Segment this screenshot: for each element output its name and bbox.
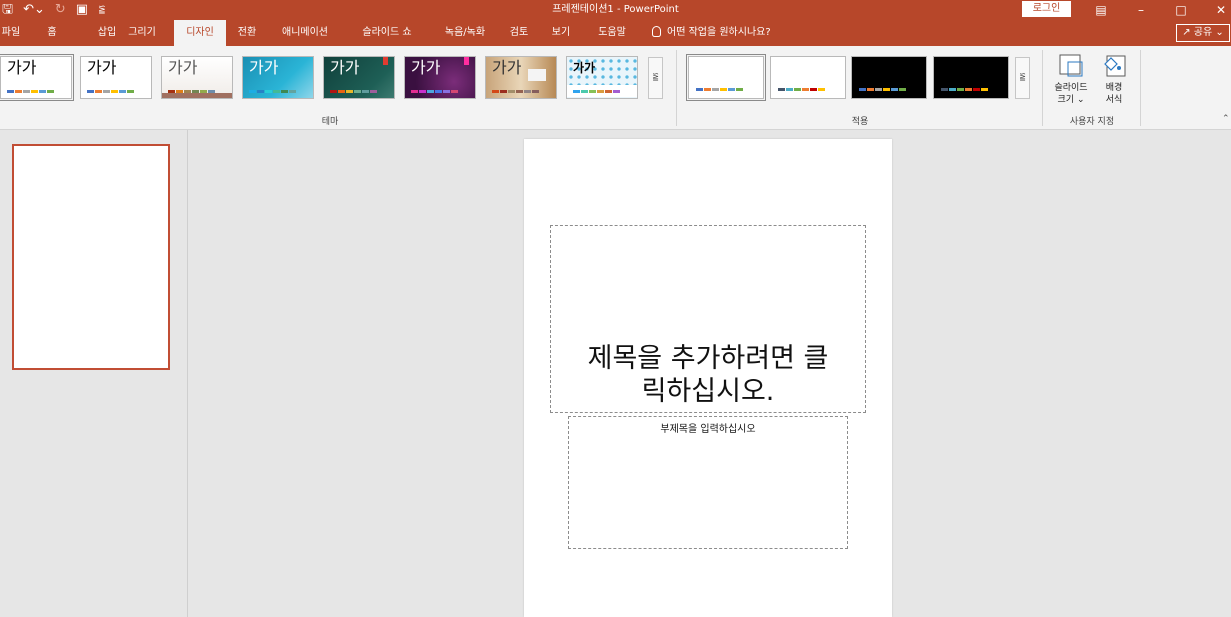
theme-preview-text: 가가 — [492, 58, 522, 77]
theme-preview-text: 가가 — [411, 58, 441, 77]
format-background-button[interactable]: 배경 서식 — [1096, 52, 1132, 106]
variant-2[interactable] — [770, 56, 846, 99]
tab-record[interactable]: 녹음/녹화 — [434, 20, 496, 46]
theme-preview-text: 가가 — [168, 58, 198, 77]
theme-facet[interactable]: 가가 — [161, 56, 233, 99]
theme-preview-text: 가가 — [573, 61, 596, 75]
quick-access-toolbar: 🖫 ↶⌄ ↻ ▣ ⪠ — [2, 0, 116, 20]
slide-canvas[interactable]: 제목을 추가하려면 클 릭하십시오. 부제목을 입력하십시오 — [524, 139, 892, 617]
theme-preview-text: 가가 — [330, 58, 360, 77]
tab-view[interactable]: 보기 — [546, 20, 576, 46]
share-button[interactable]: ↗ 공유 ⌄ — [1176, 24, 1230, 42]
title-placeholder-text: 제목을 추가하려면 클 릭하십시오. — [551, 342, 865, 408]
minimize-icon[interactable]: – — [1130, 0, 1152, 20]
close-icon[interactable]: ✕ — [1210, 0, 1231, 20]
theme-organic[interactable]: 가가 — [404, 56, 476, 99]
title-line-2: 릭하십시오. — [641, 376, 775, 407]
tab-animations[interactable]: 애니메이션 — [268, 20, 342, 46]
maximize-icon[interactable]: □ — [1170, 0, 1192, 20]
theme-dividend[interactable]: 가가 — [566, 56, 638, 99]
tab-draw[interactable]: 그리기 — [124, 20, 160, 46]
undo-icon[interactable]: ↶⌄ — [23, 0, 45, 20]
lightbulb-icon — [652, 26, 661, 37]
themes-group-label: 테마 — [321, 117, 339, 127]
tell-me-search[interactable]: 어떤 작업을 원하시나요? — [652, 20, 771, 46]
title-line-1: 제목을 추가하려면 클 — [587, 343, 829, 374]
ribbon: 가가 가가 가가 가가 가가 가가 가가 가가 ⪠ 테마 ⪠ 적용 슬라이드 크… — [0, 46, 1231, 130]
format-background-icon — [1101, 52, 1127, 78]
tab-help[interactable]: 도움말 — [590, 20, 634, 46]
tab-home[interactable]: 홈 — [40, 20, 64, 46]
theme-office-2[interactable]: 가가 — [80, 56, 152, 99]
tell-me-text: 어떤 작업을 원하시나요? — [667, 27, 771, 38]
variant-1[interactable] — [686, 54, 766, 101]
theme-office[interactable]: 가가 — [0, 54, 74, 101]
tab-insert[interactable]: 삽입 — [90, 20, 124, 46]
theme-ion[interactable]: 가가 — [242, 56, 314, 99]
variant-3[interactable] — [851, 56, 927, 99]
slide-size-label-2: 크기 — [1057, 95, 1075, 105]
slide-size-label-1: 슬라이드 — [1054, 83, 1088, 93]
login-button[interactable]: 로그인 — [1022, 1, 1071, 17]
tab-file[interactable]: 파일 — [0, 20, 22, 46]
redo-icon[interactable]: ↻ — [55, 0, 66, 20]
theme-preview-text: 가가 — [7, 58, 37, 77]
present-icon[interactable]: ▣ — [76, 0, 88, 20]
collapse-ribbon-icon[interactable]: ⌃ — [1222, 114, 1230, 124]
theme-preview-text: 가가 — [249, 58, 279, 77]
tab-design[interactable]: 디자인 — [174, 20, 226, 46]
title-bar: 🖫 ↶⌄ ↻ ▣ ⪠ 프레젠테이션1 - PowerPoint 로그인 ▤ – … — [0, 0, 1231, 20]
title-placeholder[interactable]: 제목을 추가하려면 클 릭하십시오. — [550, 225, 866, 413]
share-icon: ↗ — [1182, 27, 1191, 38]
variants-more-button[interactable]: ⪠ — [1015, 57, 1030, 99]
variant-4[interactable] — [933, 56, 1009, 99]
share-label: 공유 — [1193, 27, 1213, 38]
tab-slide-show[interactable]: 슬라이드 쇼 — [352, 20, 422, 46]
theme-wood-type[interactable]: 가가 — [485, 56, 557, 99]
slide-editor: 제목을 추가하려면 클 릭하십시오. 부제목을 입력하십시오 — [189, 130, 1231, 617]
slide-thumbnail-pane — [0, 130, 188, 617]
theme-ion-boardroom[interactable]: 가가 — [323, 56, 395, 99]
subtitle-placeholder[interactable]: 부제목을 입력하십시오 — [568, 416, 848, 549]
slide-size-button[interactable]: 슬라이드 크기 ⌄ — [1048, 52, 1094, 106]
chevron-down-icon: ⌄ — [1215, 27, 1224, 38]
customize-qat-icon[interactable]: ⪠ — [98, 0, 106, 20]
save-icon[interactable]: 🖫 — [2, 0, 13, 20]
slide-thumbnail[interactable] — [12, 144, 170, 370]
variants-group-label: 적용 — [851, 117, 869, 127]
customize-group-label: 사용자 지정 — [1069, 117, 1115, 127]
subtitle-placeholder-text: 부제목을 입력하십시오 — [660, 424, 756, 435]
format-background-label-1: 배경 — [1105, 83, 1123, 93]
tab-review[interactable]: 검토 — [504, 20, 534, 46]
themes-more-button[interactable]: ⪠ — [648, 57, 663, 99]
ribbon-display-icon[interactable]: ▤ — [1090, 0, 1112, 20]
ribbon-tabs: 파일 홈 삽입 그리기 디자인 전환 애니메이션 슬라이드 쇼 녹음/녹화 검토… — [0, 20, 1231, 46]
format-background-label-2: 서식 — [1105, 95, 1123, 105]
slide-size-icon — [1058, 52, 1084, 78]
chevron-down-icon: ⌄ — [1074, 95, 1085, 105]
theme-preview-text: 가가 — [87, 58, 117, 77]
tab-transitions[interactable]: 전환 — [232, 20, 262, 46]
